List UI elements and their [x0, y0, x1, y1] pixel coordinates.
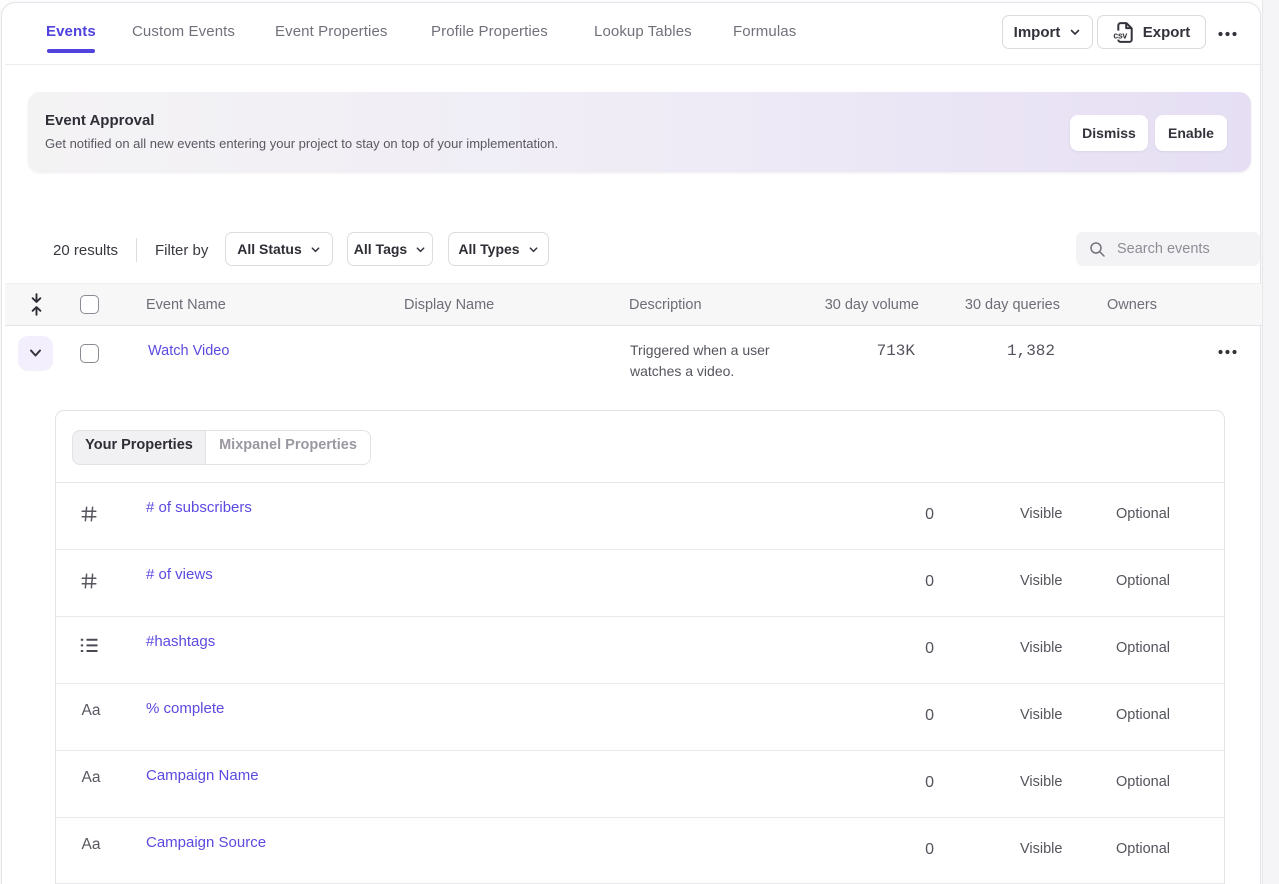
- svg-text:csv: csv: [1113, 30, 1127, 40]
